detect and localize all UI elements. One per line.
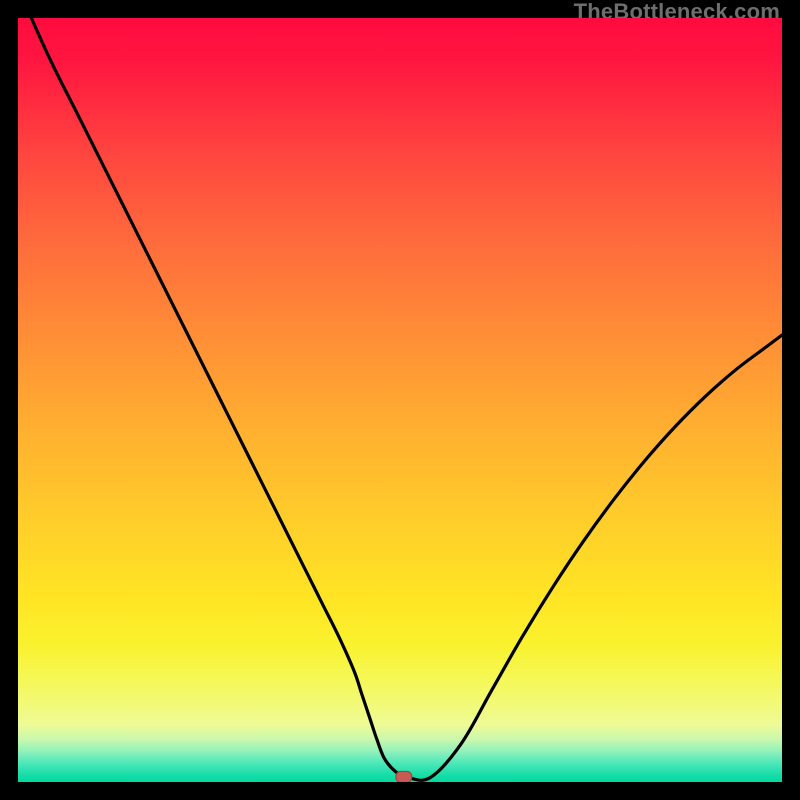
optimum-marker <box>396 771 412 782</box>
plot-area <box>18 18 782 782</box>
curve-layer <box>18 18 782 782</box>
bottleneck-curve <box>18 18 782 780</box>
chart-frame: TheBottleneck.com <box>0 0 800 800</box>
